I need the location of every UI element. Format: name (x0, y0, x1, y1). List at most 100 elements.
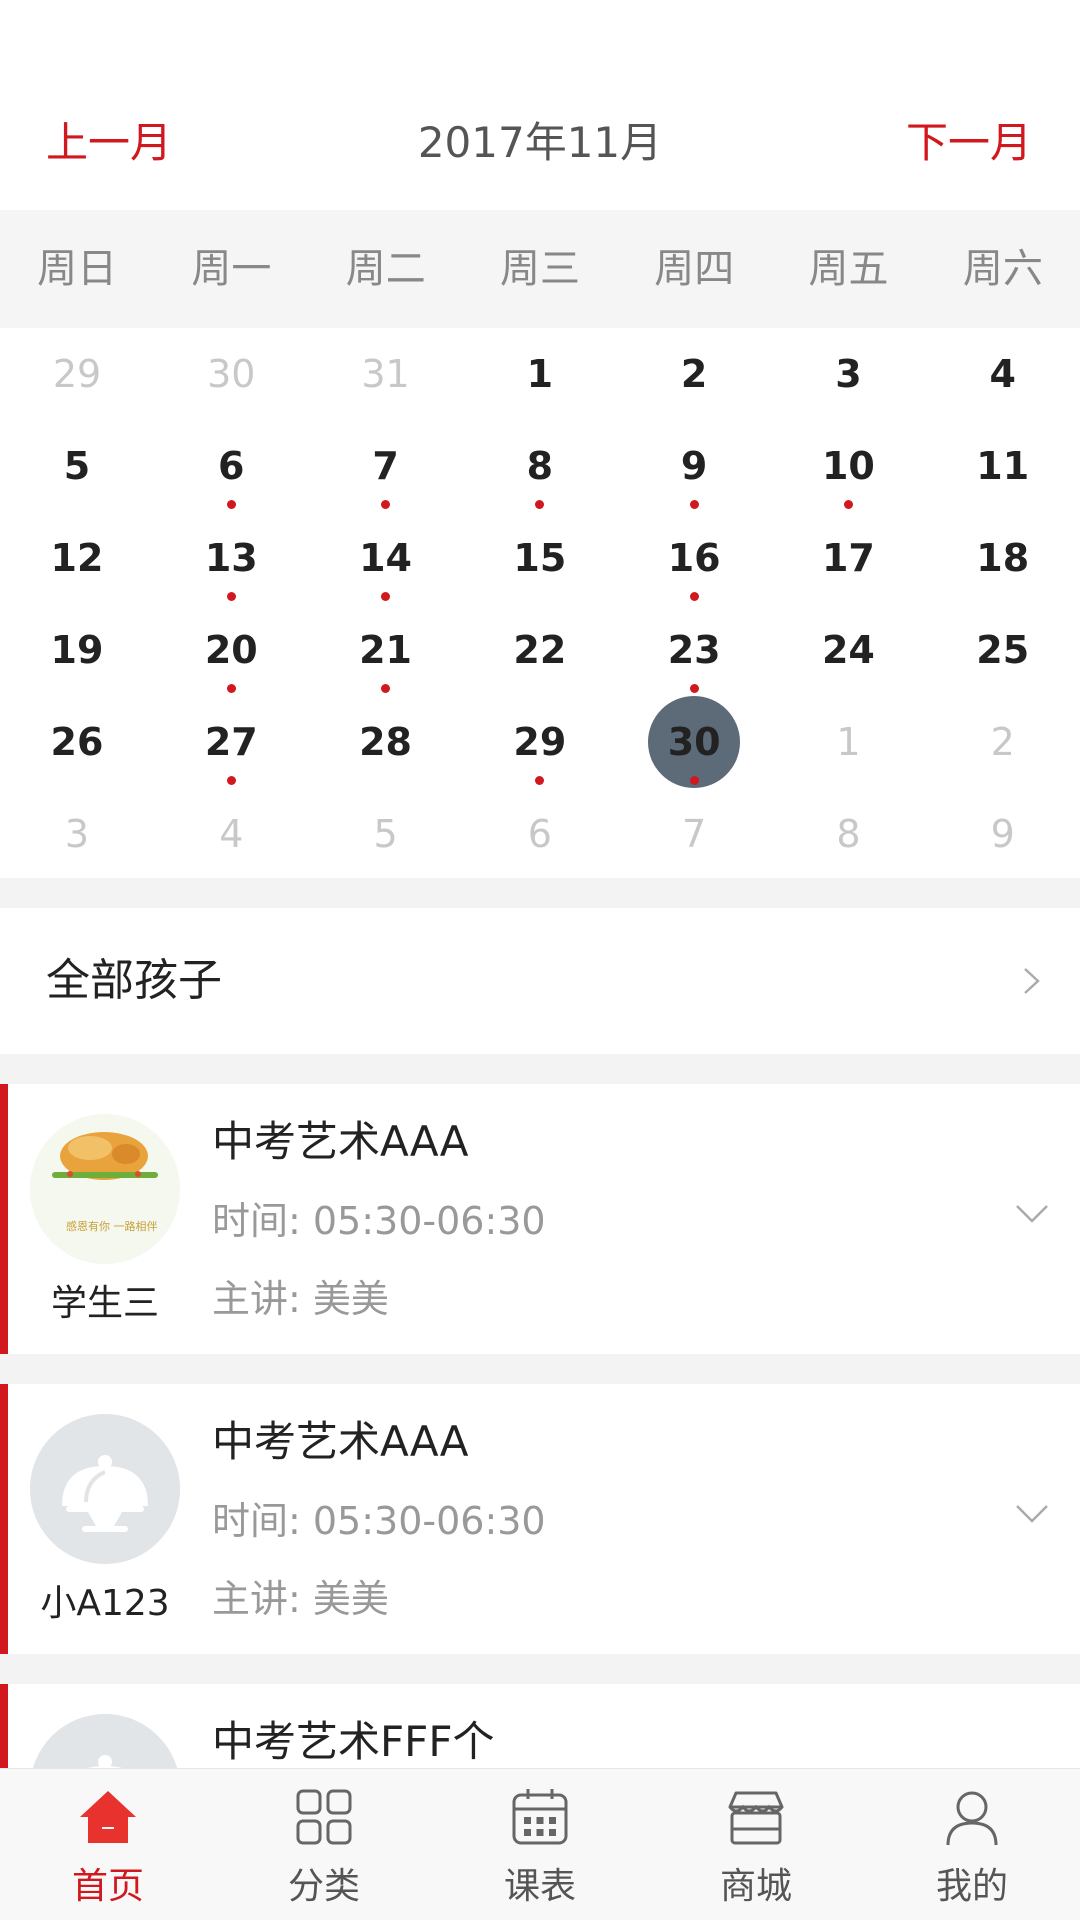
course-indicator-dot (381, 592, 391, 601)
calendar-grid: 29 30 31 1 2 3 4 5 6 7 8 9 10 11 12 13 14 15 16 17 18 19 20 21 2… (0, 328, 1080, 878)
calendar-day[interactable]: 5 (0, 420, 154, 512)
calendar-day[interactable]: 9 (926, 788, 1080, 880)
next-month-button[interactable]: 下一月 (906, 115, 1032, 171)
calendar-day[interactable]: 27 (154, 696, 308, 788)
day-number: 3 (64, 812, 90, 856)
tab-label: 首页 (71, 1866, 144, 1907)
calendar-day[interactable]: 23 (617, 604, 771, 696)
day-number: 15 (513, 536, 567, 580)
calendar-day[interactable]: 4 (154, 788, 308, 880)
day-number: 19 (50, 628, 104, 672)
day-number: 5 (373, 812, 398, 856)
all-children-filter[interactable]: 全部孩子 (0, 908, 1080, 1054)
day-number: 30 (667, 720, 721, 764)
day-number: 10 (821, 444, 875, 488)
day-number: 2 (990, 720, 1015, 764)
course-card[interactable]: 小A123 中考艺术AAA 时间: 05:30-06:30 主讲: 美美 (0, 1384, 1080, 1654)
tab-store[interactable]: 商城 (648, 1769, 864, 1920)
calendar-day[interactable]: 2 (617, 328, 771, 420)
course-indicator-dot (689, 776, 699, 785)
tab-schedule[interactable]: 课表 (432, 1769, 648, 1920)
day-number: 6 (527, 812, 552, 856)
tab-home[interactable]: 首页 (0, 1769, 216, 1920)
day-number: 27 (204, 720, 258, 764)
calendar-day[interactable]: 11 (926, 420, 1080, 512)
calendar-day[interactable]: 8 (463, 420, 617, 512)
section-divider (0, 1654, 1080, 1684)
calendar-day[interactable]: 20 (154, 604, 308, 696)
calendar-day[interactable]: 8 (771, 788, 925, 880)
calendar-day[interactable]: 30 (154, 328, 308, 420)
day-number: 31 (361, 352, 410, 396)
calendar-day[interactable]: 3 (771, 328, 925, 420)
calendar-day[interactable]: 24 (771, 604, 925, 696)
calendar-day[interactable]: 17 (771, 512, 925, 604)
calendar-day[interactable]: 7 (309, 420, 463, 512)
calendar-day[interactable]: 26 (0, 696, 154, 788)
day-number: 8 (526, 444, 554, 488)
calendar-day[interactable]: 29 (0, 328, 154, 420)
calendar-day[interactable]: 9 (617, 420, 771, 512)
day-number: 4 (219, 812, 244, 856)
course-card[interactable]: 感恩有你 一路相伴 学生三 中考艺术AAA 时间: 05:30-06:30 主讲… (0, 1084, 1080, 1354)
course-indicator-dot (381, 684, 391, 693)
day-number: 28 (359, 720, 412, 764)
calendar-day[interactable]: 7 (617, 788, 771, 880)
calendar-day[interactable]: 6 (463, 788, 617, 880)
avatar-caption: 感恩有你 一路相伴 (66, 1219, 158, 1233)
calendar-day[interactable]: 15 (463, 512, 617, 604)
day-number: 23 (667, 628, 721, 672)
tab-label: 分类 (287, 1866, 360, 1907)
calendar-day[interactable]: 3 (0, 788, 154, 880)
roast-chicken-image: 感恩有你 一路相伴 (30, 1114, 180, 1264)
calendar-day[interactable]: 25 (926, 604, 1080, 696)
calendar-day[interactable]: 10 (771, 420, 925, 512)
calendar-day[interactable]: 22 (463, 604, 617, 696)
calendar-day[interactable]: 4 (926, 328, 1080, 420)
calendar-day-selected[interactable]: 30 (617, 696, 771, 788)
day-number: 26 (50, 720, 104, 764)
calendar-day[interactable]: 16 (617, 512, 771, 604)
course-title: 中考艺术AAA (212, 1417, 469, 1466)
day-number: 1 (836, 720, 861, 764)
course-indicator-dot (226, 684, 236, 693)
course-indicator-dot (381, 500, 391, 509)
day-number: 7 (372, 444, 399, 488)
course-indicator-dot (689, 592, 699, 601)
calendar-day[interactable]: 19 (0, 604, 154, 696)
day-number: 2 (680, 352, 708, 396)
course-indicator-dot (226, 592, 236, 601)
course-time: 时间: 05:30-06:30 (212, 1199, 546, 1243)
course-card[interactable]: 中考艺术FFF个 (0, 1684, 1080, 1768)
all-children-label: 全部孩子 (46, 955, 222, 1006)
calendar-day[interactable]: 18 (926, 512, 1080, 604)
calendar-day[interactable]: 1 (463, 328, 617, 420)
calendar-day[interactable]: 14 (309, 512, 463, 604)
section-divider (0, 878, 1080, 908)
day-number: 1 (526, 352, 554, 396)
calendar-day[interactable]: 31 (309, 328, 463, 420)
day-number: 9 (990, 812, 1015, 856)
calendar-day[interactable]: 28 (309, 696, 463, 788)
calendar-day[interactable]: 13 (154, 512, 308, 604)
calendar-day[interactable]: 29 (463, 696, 617, 788)
student-name: 小A123 (40, 1583, 170, 1624)
course-title: 中考艺术FFF个 (212, 1717, 495, 1766)
calendar-day[interactable]: 5 (309, 788, 463, 880)
store-icon (728, 1791, 784, 1845)
course-indicator-dot (226, 500, 236, 509)
calendar-day[interactable]: 1 (771, 696, 925, 788)
chevron-down-icon[interactable] (1014, 1202, 1050, 1226)
tab-label: 我的 (935, 1866, 1008, 1907)
calendar-day[interactable]: 21 (309, 604, 463, 696)
day-number: 4 (989, 352, 1016, 396)
accent-bar (0, 1084, 8, 1354)
calendar-day[interactable]: 2 (926, 696, 1080, 788)
home-icon (80, 1791, 136, 1843)
calendar-day[interactable]: 12 (0, 512, 154, 604)
chevron-down-icon[interactable] (1014, 1502, 1050, 1526)
calendar-day[interactable]: 6 (154, 420, 308, 512)
course-indicator-dot (226, 776, 236, 785)
tab-category[interactable]: 分类 (216, 1769, 432, 1920)
tab-mine[interactable]: 我的 (864, 1769, 1080, 1920)
